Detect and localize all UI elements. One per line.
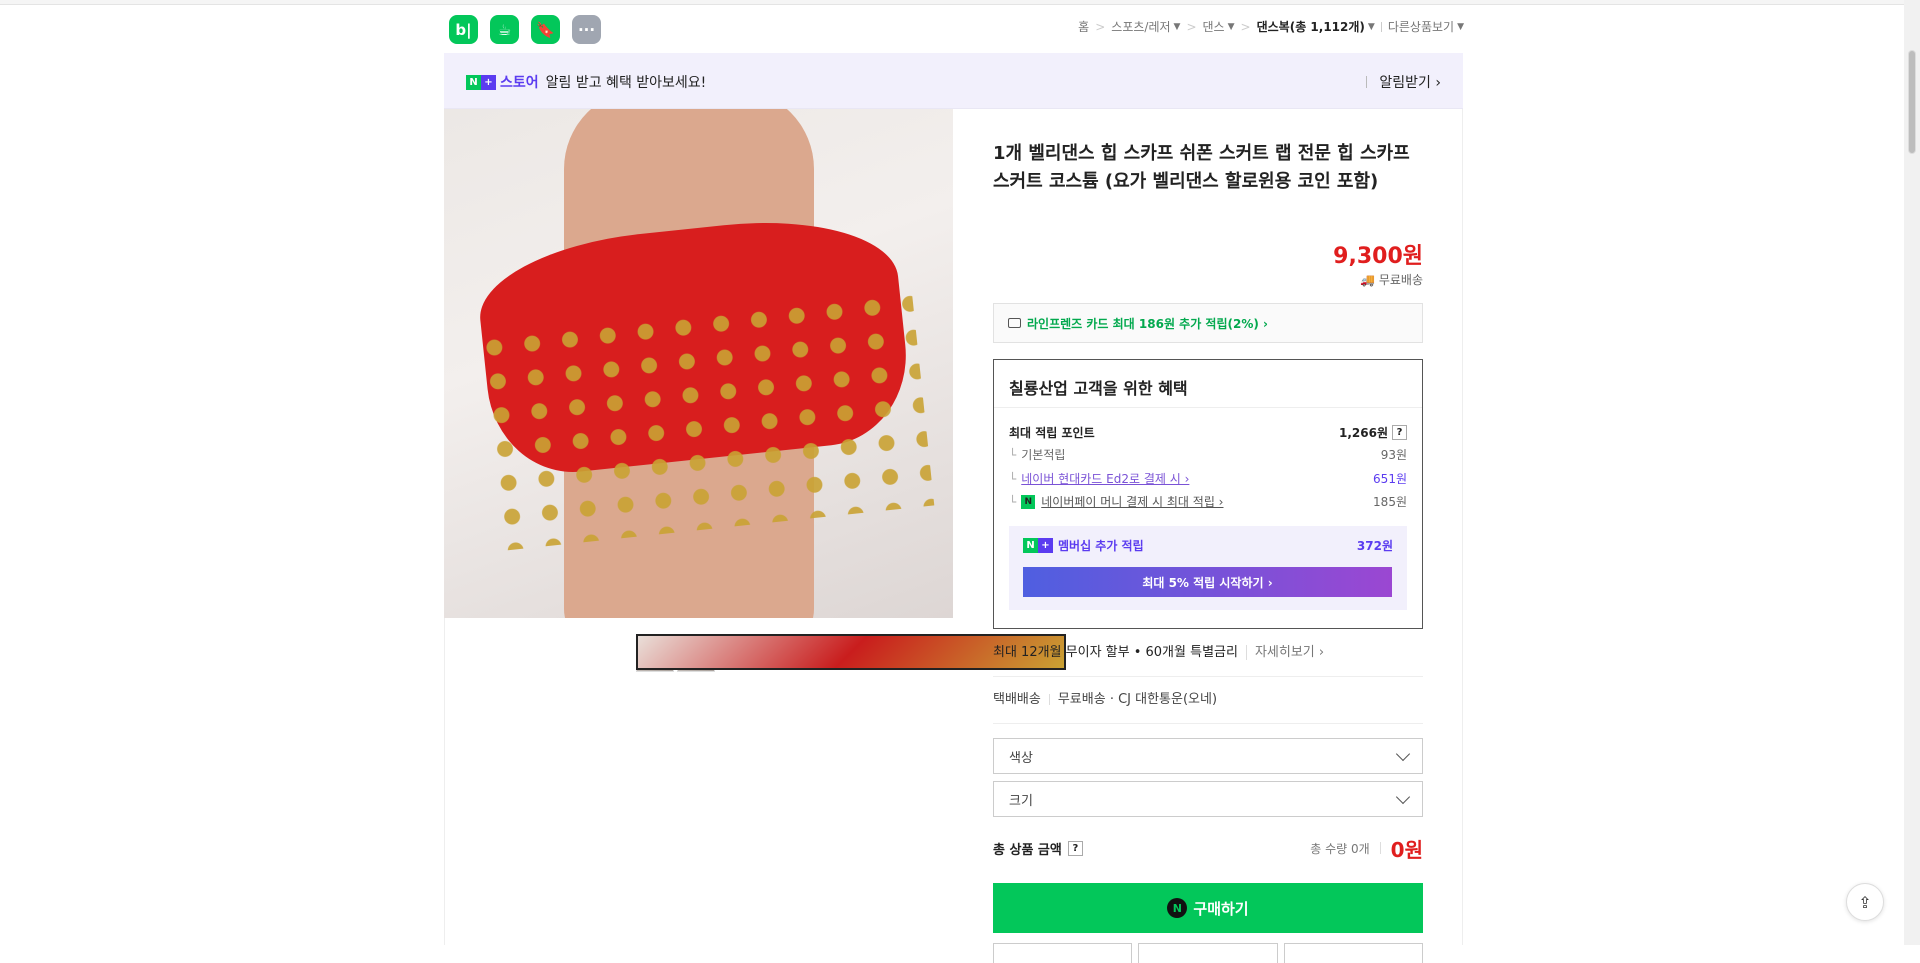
breadcrumb-dancewear[interactable]: 댄스복(총 1,112개) — [1257, 18, 1365, 35]
installment-info: 최대 12개월 무이자 할부 • 60개월 특별금리 자세히보기 › — [993, 641, 1423, 677]
membership-start-button[interactable]: 최대 5% 적립 시작하기 › — [1023, 567, 1392, 597]
installment-more-link[interactable]: 자세히보기 › — [1245, 645, 1325, 660]
scrollbar-thumb[interactable] — [1908, 50, 1916, 154]
secondary-button-2[interactable] — [1138, 943, 1278, 963]
chevron-down-icon: ▼ — [1227, 21, 1235, 32]
shipping-label: 무료배송 — [1378, 273, 1423, 287]
chevron-down-icon: ▼ — [1173, 21, 1181, 32]
share-icon[interactable]: ⇪ — [1846, 883, 1884, 921]
hyundai-card-link[interactable]: 네이버 현대카드 Ed2로 결제 시 › — [1021, 470, 1189, 487]
npay-link[interactable]: 네이버페이 머니 결제 시 최대 적립 › — [1041, 493, 1223, 510]
cafe-icon[interactable]: ☕ — [490, 15, 519, 44]
banner-message: 알림 받고 혜택 받아보세요! — [545, 75, 707, 91]
benefit-box: 칠룡산업 고객을 위한 혜택 최대 적립 포인트 1,266원? └ 기본적립 9… — [993, 359, 1423, 629]
max-points-label: 최대 적립 포인트 — [1009, 426, 1095, 440]
other-products-link[interactable]: 다른상품보기 — [1388, 18, 1454, 35]
blog-icon[interactable]: b| — [449, 15, 478, 44]
bookmark-icon[interactable]: 🔖 — [531, 15, 560, 44]
max-points-value: 1,266원 — [1339, 426, 1388, 440]
chevron-down-icon: ▼ — [1367, 21, 1375, 32]
more-icon[interactable]: ··· — [572, 15, 601, 44]
delivery-carrier: · CJ 대한통운(오네) — [1109, 692, 1218, 707]
hyundai-value: 651원 — [1373, 472, 1407, 486]
basic-points-row: └ 기본적립 93원 — [1009, 447, 1407, 463]
basic-label: 기본적립 — [1021, 448, 1066, 462]
npay-row: └ N 네이버페이 머니 결제 시 최대 적립 › 185원 — [1009, 493, 1407, 510]
product-price: 9,300원 — [1333, 244, 1423, 269]
npay-icon: N — [1167, 898, 1188, 918]
thumbnail-strip — [636, 634, 1066, 672]
color-select-label: 색상 — [1009, 750, 1033, 766]
shipping-info: 🚚 무료배송 — [1360, 273, 1423, 287]
page-scrollbar[interactable] — [1904, 0, 1920, 945]
divider — [1366, 76, 1368, 88]
help-icon[interactable]: ? — [1392, 425, 1407, 440]
naver-plus-logo: N + — [466, 74, 496, 90]
browser-top-edge — [0, 0, 1920, 5]
buy-label: 구매하기 — [1193, 899, 1249, 918]
benefit-heading: 칠룡산업 고객을 위한 혜택 — [994, 360, 1422, 408]
breadcrumb-separator: > — [1240, 19, 1251, 34]
breadcrumb-separator: > — [1095, 19, 1106, 34]
total-qty: 총 수량 0개 — [1310, 841, 1370, 856]
membership-box: N + 멤버십 추가 적립 372원 최대 5% 적립 시작하기 › — [1009, 526, 1407, 610]
membership-label: 멤버십 추가 적립 — [1058, 539, 1144, 553]
buy-button[interactable]: N 구매하기 — [993, 883, 1423, 933]
breadcrumb: 홈 > 스포츠/레저 ▼ > 댄스 ▼ > 댄스복(총 1,112개) ▼ 다른상품보… — [1078, 18, 1464, 35]
app-shortcuts: b| ☕ 🔖 ··· — [449, 15, 601, 44]
store-label: 스토어 — [500, 75, 539, 91]
total-amount: 0원 — [1390, 837, 1423, 862]
hyundai-card-row: └ 네이버 현대카드 Ed2로 결제 시 › 651원 — [1009, 470, 1407, 487]
product-info: 1개 벨리댄스 힙 스카프 쉬폰 스커트 랩 전문 힙 스카프 스커트 코스튬 … — [993, 140, 1423, 963]
help-icon[interactable]: ? — [1067, 840, 1083, 856]
chevron-down-icon — [1395, 789, 1411, 804]
divider — [1380, 21, 1382, 32]
chevron-down-icon — [1395, 746, 1411, 761]
npay-value: 185원 — [1373, 495, 1407, 509]
delivery-info: 택배배송 무료배송 · CJ 대한통운(오네) — [993, 688, 1423, 724]
card-icon — [1008, 318, 1021, 328]
size-select-label: 크기 — [1009, 793, 1033, 809]
installment-text: 최대 12개월 무이자 할부 • 60개월 특별금리 — [993, 645, 1238, 660]
secondary-button-3[interactable] — [1283, 943, 1423, 963]
delivery-type: 택배배송 — [993, 692, 1041, 707]
size-select[interactable]: 크기 — [993, 781, 1423, 817]
naver-plus-logo: N + — [1023, 538, 1053, 553]
total-label: 총 상품 금액 — [993, 842, 1062, 858]
breadcrumb-home[interactable]: 홈 — [1078, 18, 1089, 35]
delivery-fee: 무료배송 — [1057, 692, 1106, 707]
card-offer-text: 라인프렌즈 카드 최대 186원 추가 적립(2%) › — [1027, 316, 1268, 331]
color-select[interactable]: 색상 — [993, 738, 1423, 774]
secondary-buttons — [993, 943, 1423, 963]
max-points-row: 최대 적립 포인트 1,266원? — [1009, 424, 1407, 441]
total-row: 총 상품 금액? 총 수량 0개 0원 — [993, 833, 1423, 863]
basic-value: 93원 — [1380, 448, 1407, 462]
product-main-image[interactable] — [444, 109, 953, 618]
chevron-down-icon: ▼ — [1457, 21, 1464, 32]
card-offer[interactable]: 라인프렌즈 카드 최대 186원 추가 적립(2%) › — [993, 303, 1423, 343]
npay-icon: N — [1021, 494, 1036, 509]
secondary-button-1[interactable] — [993, 943, 1133, 963]
notify-button[interactable]: 알림받기 › — [1379, 72, 1441, 92]
store-notification-banner: N + 스토어 알림 받고 혜택 받아보세요! 알림받기 › — [444, 53, 1463, 109]
product-title: 1개 벨리댄스 힙 스카프 쉬폰 스커트 랩 전문 힙 스카프 스커트 코스튬 … — [993, 143, 1410, 192]
breadcrumb-separator: > — [1186, 19, 1197, 34]
breadcrumb-dance[interactable]: 댄스 — [1203, 18, 1225, 35]
image-coins — [473, 286, 935, 552]
membership-value: 372원 — [1356, 539, 1393, 553]
breadcrumb-sports[interactable]: 스포츠/레저 — [1111, 18, 1170, 35]
